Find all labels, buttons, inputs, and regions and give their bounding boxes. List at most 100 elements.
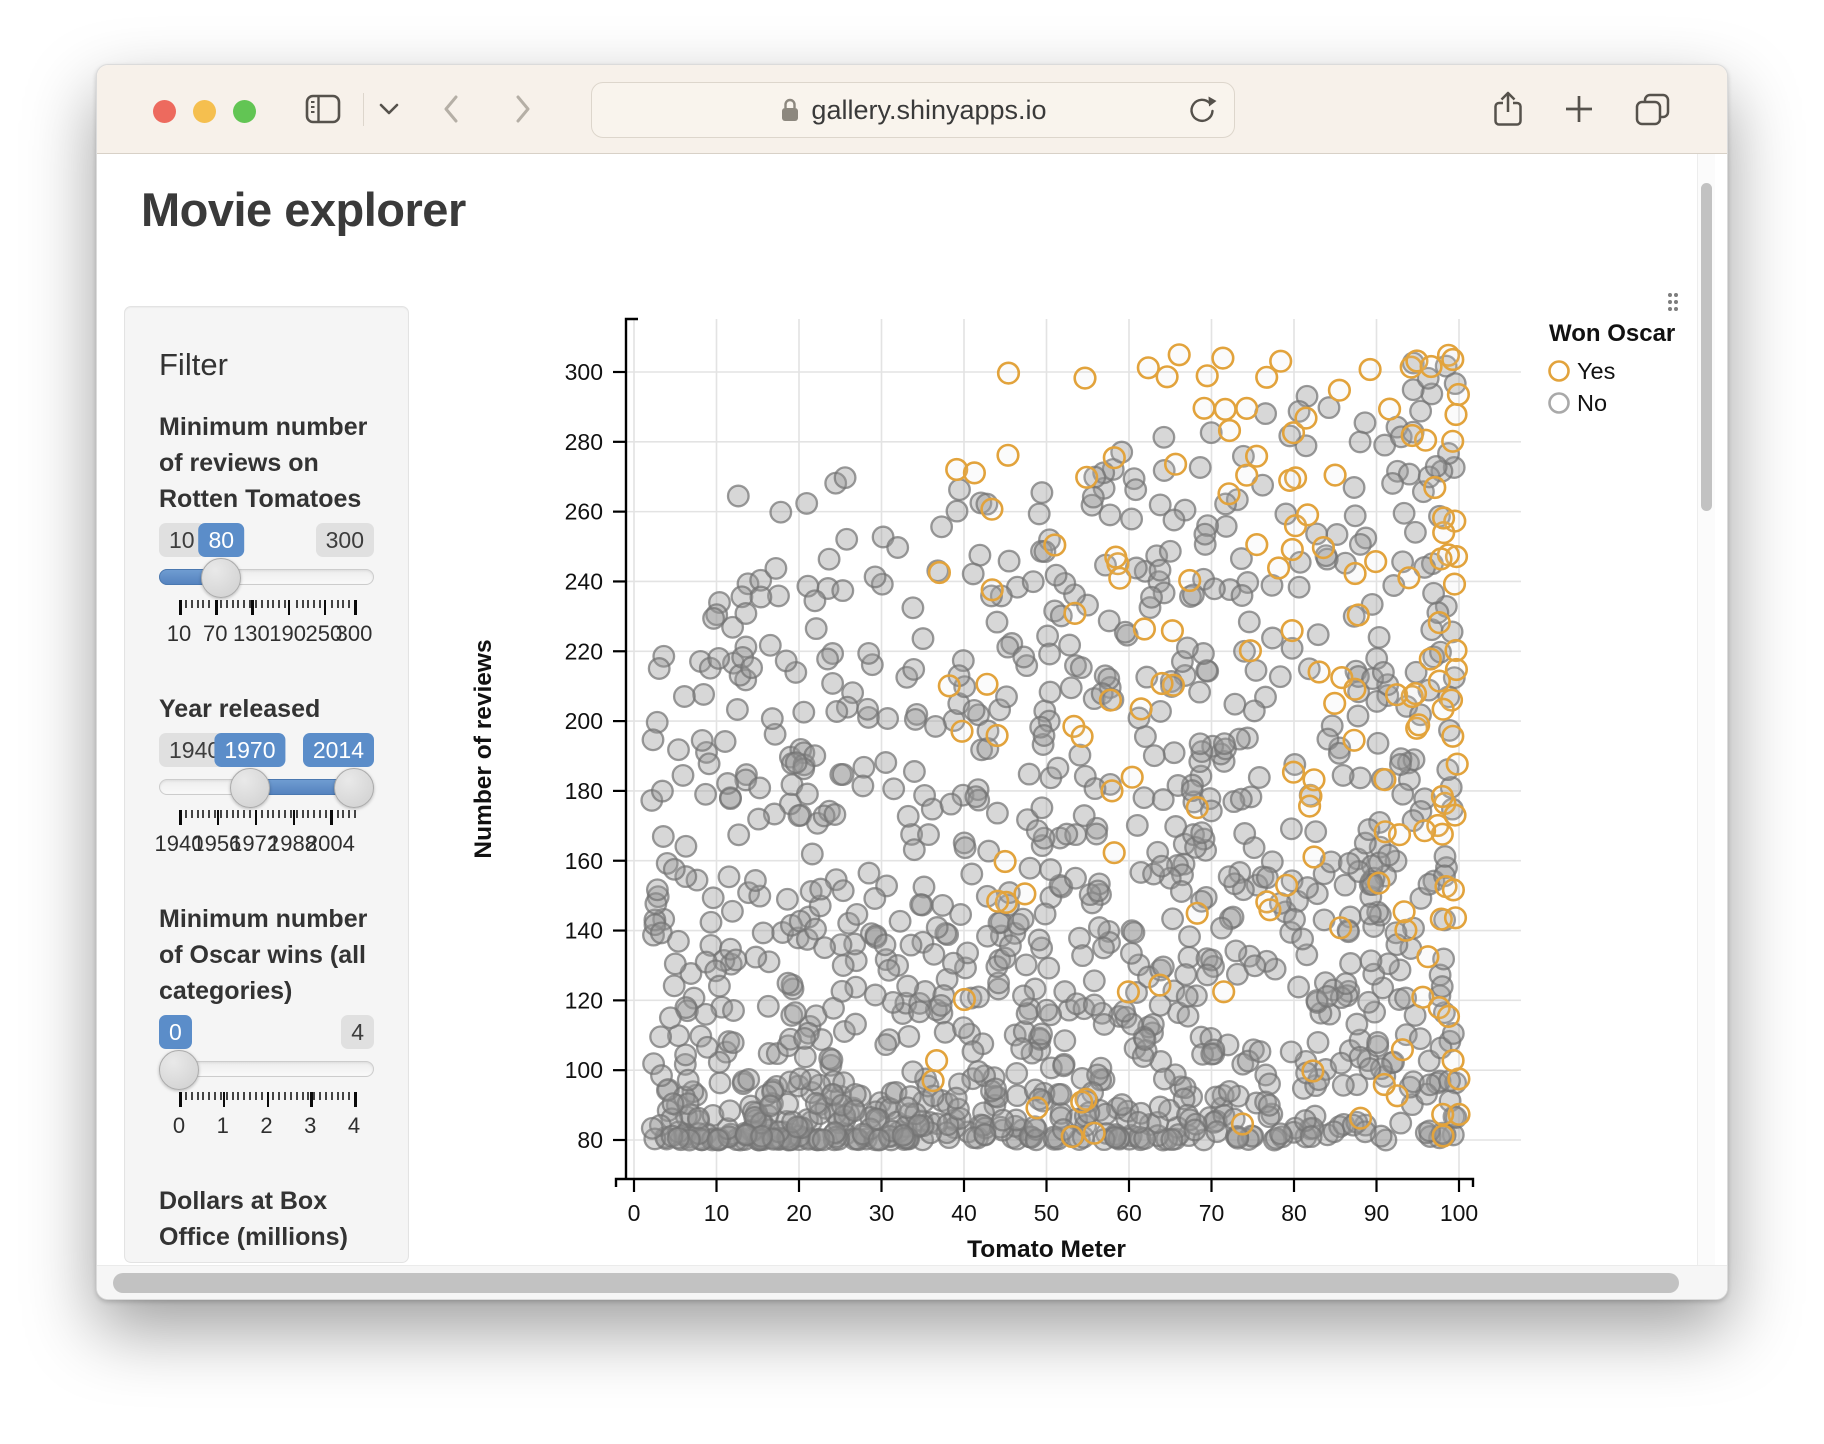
scatter-point[interactable] (833, 955, 854, 976)
scatter-point[interactable] (1000, 935, 1021, 956)
slider-handle[interactable] (230, 768, 270, 808)
scatter-point[interactable] (827, 701, 848, 722)
scatter-point[interactable] (1025, 1116, 1046, 1137)
scatter-point[interactable] (693, 684, 714, 705)
scatter-point[interactable] (1027, 1098, 1048, 1119)
scatter-point[interactable] (1189, 682, 1210, 703)
address-bar[interactable]: gallery.shinyapps.io (591, 82, 1235, 138)
scatter-point[interactable] (1270, 1124, 1291, 1145)
scatter-point[interactable] (1076, 467, 1097, 488)
scatter-point[interactable] (1373, 662, 1394, 683)
scatter-point[interactable] (1059, 635, 1080, 656)
scatter-point[interactable] (1270, 666, 1291, 687)
scatter-point[interactable] (1065, 603, 1086, 624)
plot-resize-handle[interactable] (1668, 293, 1678, 311)
scatter-point[interactable] (910, 894, 931, 915)
scatter-point[interactable] (1425, 477, 1446, 498)
scatter-point[interactable] (696, 1004, 717, 1025)
scatter-point[interactable] (1150, 701, 1171, 722)
scatter-point[interactable] (993, 1110, 1014, 1131)
scatter-point[interactable] (647, 880, 668, 901)
scatter-point[interactable] (1102, 781, 1123, 802)
scatter-point[interactable] (966, 786, 987, 807)
new-tab-button[interactable] (1559, 89, 1599, 129)
scatter-point[interactable] (745, 870, 766, 891)
scatter-point[interactable] (1062, 1126, 1083, 1147)
scatter-point[interactable] (1405, 683, 1426, 704)
scatter-point[interactable] (1405, 522, 1426, 543)
scatter-point[interactable] (879, 960, 900, 981)
scatter-point[interactable] (1392, 1039, 1413, 1060)
scatter-point[interactable] (939, 676, 960, 697)
scatter-point[interactable] (673, 765, 694, 786)
scatter-point[interactable] (1444, 574, 1465, 595)
scatter-point[interactable] (1121, 509, 1142, 530)
scatter-point[interactable] (822, 673, 843, 694)
scatter-point[interactable] (668, 739, 689, 760)
scatter-point[interactable] (1336, 973, 1357, 994)
scatter-point[interactable] (1246, 446, 1267, 467)
scatter-point[interactable] (1420, 1075, 1441, 1096)
scatter-point[interactable] (964, 700, 985, 721)
scatter-point[interactable] (1083, 487, 1104, 508)
scatter-point[interactable] (1093, 938, 1114, 959)
scatter-point[interactable] (1099, 611, 1120, 632)
scatter-point[interactable] (1239, 612, 1260, 633)
scatter-point[interactable] (883, 779, 904, 800)
scatter-point[interactable] (929, 562, 950, 583)
scatter-point[interactable] (1304, 847, 1325, 868)
scatter-point[interactable] (1040, 859, 1061, 880)
scatter-point[interactable] (825, 804, 846, 825)
scatter-point[interactable] (736, 603, 757, 624)
scatter-point[interactable] (805, 591, 826, 612)
scatter-point[interactable] (813, 1130, 834, 1151)
scatter-point[interactable] (876, 1034, 897, 1055)
scatter-point[interactable] (977, 926, 998, 947)
scatter-point[interactable] (1204, 579, 1225, 600)
scatter-point[interactable] (1433, 508, 1454, 529)
scatter-point[interactable] (995, 851, 1016, 872)
scatter-point[interactable] (1150, 1097, 1171, 1118)
scatter-point[interactable] (760, 635, 781, 656)
scatter-point[interactable] (1171, 881, 1192, 902)
scatter-point[interactable] (1194, 398, 1215, 419)
scatter-point[interactable] (869, 1130, 890, 1151)
scatter-point[interactable] (955, 837, 976, 858)
scatter-point[interactable] (1446, 404, 1467, 425)
scatter-point[interactable] (1393, 784, 1414, 805)
scatter-point[interactable] (1051, 1084, 1072, 1105)
zoom-window-button[interactable] (233, 100, 256, 123)
scatter-point[interactable] (927, 917, 948, 938)
scatter-point[interactable] (1344, 730, 1365, 751)
scatter-point[interactable] (1045, 535, 1066, 556)
scatter-point[interactable] (931, 517, 952, 538)
scatter-point[interactable] (999, 551, 1020, 572)
scatter-point[interactable] (675, 1045, 696, 1066)
scatter-point[interactable] (674, 686, 695, 707)
scatter-point[interactable] (1426, 456, 1447, 477)
scatter-point[interactable] (1138, 358, 1159, 379)
scatter-point[interactable] (836, 529, 857, 550)
scatter-point[interactable] (1226, 941, 1247, 962)
scatter-point[interactable] (1438, 1006, 1459, 1027)
scatter-point[interactable] (1057, 824, 1078, 845)
scatter-point[interactable] (1219, 866, 1240, 887)
scatter-point[interactable] (1094, 1014, 1115, 1035)
scatter-point[interactable] (1375, 769, 1396, 790)
scatter-point[interactable] (1369, 627, 1390, 648)
scatter-point[interactable] (652, 781, 673, 802)
scatter-point[interactable] (1162, 1129, 1183, 1150)
scatter-point[interactable] (749, 778, 770, 799)
scatter-point[interactable] (708, 648, 729, 669)
scatter-point[interactable] (952, 721, 973, 742)
scatter-point[interactable] (1100, 505, 1121, 526)
scatter-point[interactable] (1374, 1074, 1395, 1095)
scatter-point[interactable] (789, 805, 810, 826)
scatter-point[interactable] (751, 587, 772, 608)
scatter-point[interactable] (678, 1070, 699, 1091)
scatter-point[interactable] (904, 761, 925, 782)
scatter-point[interactable] (1232, 1114, 1253, 1135)
scatter-point[interactable] (715, 731, 736, 752)
scatter-point[interactable] (1072, 945, 1093, 966)
scatter-point[interactable] (1429, 612, 1450, 633)
